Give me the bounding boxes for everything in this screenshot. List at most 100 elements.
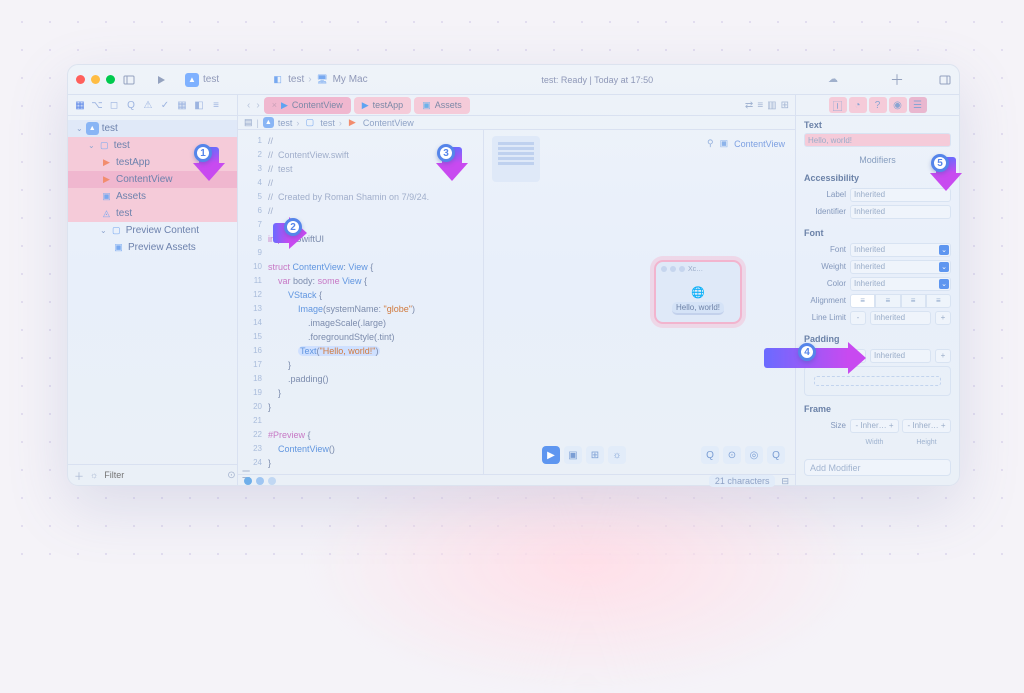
text-value-field[interactable]: Hello, world! bbox=[804, 133, 951, 147]
linelimit-field[interactable]: - bbox=[850, 311, 866, 325]
zoom-window-icon[interactable] bbox=[106, 75, 115, 84]
source-code[interactable]: // // ContentView.swift // test // // Cr… bbox=[238, 134, 483, 470]
accessibility-inspector-icon[interactable]: ◉ bbox=[889, 97, 907, 113]
ins-section-font: Font bbox=[804, 228, 951, 238]
find-navigator-icon[interactable]: Q bbox=[123, 97, 139, 113]
test-navigator-icon[interactable]: ✓ bbox=[157, 97, 173, 113]
tree-file-testapp[interactable]: ▶ testApp bbox=[68, 154, 237, 171]
report-navigator-icon[interactable]: ≡ bbox=[208, 97, 224, 113]
tree-preview-group[interactable]: ⌄ ▢ Preview Content bbox=[68, 222, 237, 239]
tree-project-root[interactable]: ⌄ ▲ test bbox=[68, 120, 237, 137]
window-body: ⌄ ▲ test ⌄ ▢ test ▶ testApp ▶ ContentVie… bbox=[68, 116, 959, 485]
file-inspector-icon[interactable]: 🄸 bbox=[829, 97, 847, 113]
zoom-actual-icon[interactable]: ⊙ bbox=[723, 446, 741, 464]
source-editor[interactable]: 123456789101112131415161718192021222324 … bbox=[238, 130, 483, 474]
weight-field[interactable]: Inherited⌄ bbox=[850, 260, 951, 274]
live-preview-icon[interactable]: ▶ bbox=[542, 446, 560, 464]
cloud-icon[interactable]: ☁︎ bbox=[827, 74, 839, 86]
height-field[interactable]: - Inher… + bbox=[902, 419, 951, 433]
run-button-icon[interactable] bbox=[155, 74, 167, 86]
bookmark-navigator-icon[interactable]: ◻ bbox=[106, 97, 122, 113]
library-plus-icon[interactable]: ＋ bbox=[891, 74, 903, 86]
preview-header: ⚲ ▣ ContentView bbox=[707, 138, 785, 149]
project-name: test bbox=[203, 74, 219, 85]
file-tree[interactable]: ⌄ ▲ test ⌄ ▢ test ▶ testApp ▶ ContentVie… bbox=[68, 116, 237, 464]
pin-icon[interactable]: ⚲ bbox=[707, 138, 714, 149]
linelimit-plus[interactable]: + bbox=[935, 311, 951, 325]
tree-file-assets[interactable]: ▣ Assets bbox=[68, 188, 237, 205]
preview-text[interactable]: Hello, world! bbox=[672, 302, 724, 315]
adjust-editor-icon[interactable]: ≡ bbox=[757, 100, 763, 111]
toggle-inspector-icon[interactable] bbox=[939, 74, 951, 86]
recent-filter-icon[interactable]: ⊙ bbox=[227, 470, 235, 481]
align-left-icon[interactable]: ≡ bbox=[850, 294, 875, 308]
font-field[interactable]: Inherited⌄ bbox=[850, 243, 951, 257]
tab-contentview[interactable]: × ▶ ContentView bbox=[264, 97, 351, 114]
padding-plus[interactable]: + bbox=[935, 349, 951, 363]
source-control-navigator-icon[interactable]: ⌥ bbox=[89, 97, 105, 113]
preview-component-icon: ▣ bbox=[720, 138, 729, 149]
tree-file-test[interactable]: ◬ test bbox=[68, 205, 237, 222]
selectable-preview-icon[interactable]: ▣ bbox=[564, 446, 582, 464]
gutter: 123456789101112131415161718192021222324 bbox=[238, 134, 262, 470]
identifier-field[interactable]: Inherited bbox=[850, 205, 951, 219]
chevron-down-icon: ⌄ bbox=[100, 226, 107, 235]
scheme-dest[interactable]: ◧ test › 🖥︎ My Mac bbox=[271, 73, 367, 86]
tree-preview-assets[interactable]: ▣ Preview Assets bbox=[68, 239, 237, 256]
popup-icon[interactable]: ⌄ bbox=[939, 279, 949, 289]
close-window-icon[interactable] bbox=[76, 75, 85, 84]
align-right-icon[interactable]: ≡ bbox=[901, 294, 926, 308]
linelimit-value[interactable]: Inherited bbox=[870, 311, 931, 325]
zoom-out-icon[interactable]: Q bbox=[701, 446, 719, 464]
editor-breadcrumb[interactable]: ▤ | ▲ test › ▢ test › ▶ ContentView bbox=[238, 116, 795, 130]
history-inspector-icon[interactable]: ◔ bbox=[849, 97, 867, 113]
popup-icon[interactable]: ⌄ bbox=[939, 262, 949, 272]
device-settings-icon[interactable]: ☼ bbox=[608, 446, 626, 464]
editor-options-icon[interactable]: ▥ bbox=[767, 100, 776, 111]
forward-icon[interactable]: › bbox=[256, 100, 259, 111]
issue-navigator-icon[interactable]: ⚠︎ bbox=[140, 97, 156, 113]
padding-diagram[interactable] bbox=[804, 366, 951, 396]
tab-close-icon[interactable]: × bbox=[272, 100, 277, 110]
label-field[interactable]: Inherited bbox=[850, 188, 951, 202]
minimize-window-icon[interactable] bbox=[91, 75, 100, 84]
filter-scope-icon[interactable]: ☼ bbox=[90, 470, 98, 480]
tree-group[interactable]: ⌄ ▢ test bbox=[68, 137, 237, 154]
add-icon[interactable]: ＋ bbox=[74, 468, 84, 483]
toggle-navigator-icon[interactable] bbox=[123, 74, 135, 86]
attributes-inspector-icon[interactable]: ☰ bbox=[909, 97, 927, 113]
width-field[interactable]: - Inher… + bbox=[850, 419, 899, 433]
ins-section-text: Text bbox=[804, 120, 951, 130]
popup-icon[interactable]: ⌄ bbox=[939, 245, 949, 255]
back-icon[interactable]: ‹ bbox=[247, 100, 250, 111]
breakpoint-navigator-icon[interactable]: ◧ bbox=[191, 97, 207, 113]
zoom-fit-icon[interactable]: ◎ bbox=[745, 446, 763, 464]
canvas-toggle-icon[interactable]: ⇄ bbox=[745, 100, 753, 111]
zoom-in-icon[interactable]: Q bbox=[767, 446, 785, 464]
add-editor-icon[interactable]: ⊞ bbox=[781, 100, 789, 111]
add-modifier-field[interactable]: Add Modifier bbox=[804, 459, 951, 476]
tab-testapp[interactable]: ▶ testApp bbox=[354, 97, 411, 114]
align-center-icon[interactable]: ≡ bbox=[875, 294, 900, 308]
variants-icon[interactable]: ⊞ bbox=[586, 446, 604, 464]
traffic-lights[interactable] bbox=[76, 75, 115, 84]
minimap[interactable] bbox=[492, 136, 540, 182]
tree-file-contentview[interactable]: ▶ ContentView bbox=[68, 171, 237, 188]
padding-minus[interactable]: - bbox=[850, 349, 866, 363]
tab-assets[interactable]: ▣ Assets bbox=[414, 97, 470, 114]
globe-icon: 🌐 bbox=[691, 286, 705, 299]
project-navigator-icon[interactable]: ▦ bbox=[72, 97, 88, 113]
color-field[interactable]: Inherited⌄ bbox=[850, 277, 951, 291]
alignment-segmented[interactable]: ≡ ≡ ≡ ≡ bbox=[850, 294, 951, 308]
preview-canvas[interactable]: ⚲ ▣ ContentView Xc… 🌐 Hello, world! bbox=[483, 130, 795, 474]
filter-input[interactable] bbox=[104, 470, 221, 480]
tree-label: Assets bbox=[116, 191, 146, 202]
padding-value[interactable]: Inherited bbox=[870, 349, 931, 363]
align-justify-icon[interactable]: ≡ bbox=[926, 294, 951, 308]
help-inspector-icon[interactable]: ? bbox=[869, 97, 887, 113]
line-endings-icon[interactable]: ⊟ bbox=[781, 476, 789, 487]
debug-navigator-icon[interactable]: ▦ bbox=[174, 97, 190, 113]
related-items-icon[interactable]: ▤ bbox=[244, 117, 253, 128]
preview-window[interactable]: Xc… 🌐 Hello, world! bbox=[654, 260, 742, 324]
scheme-selector[interactable]: ▲ test bbox=[185, 73, 219, 87]
